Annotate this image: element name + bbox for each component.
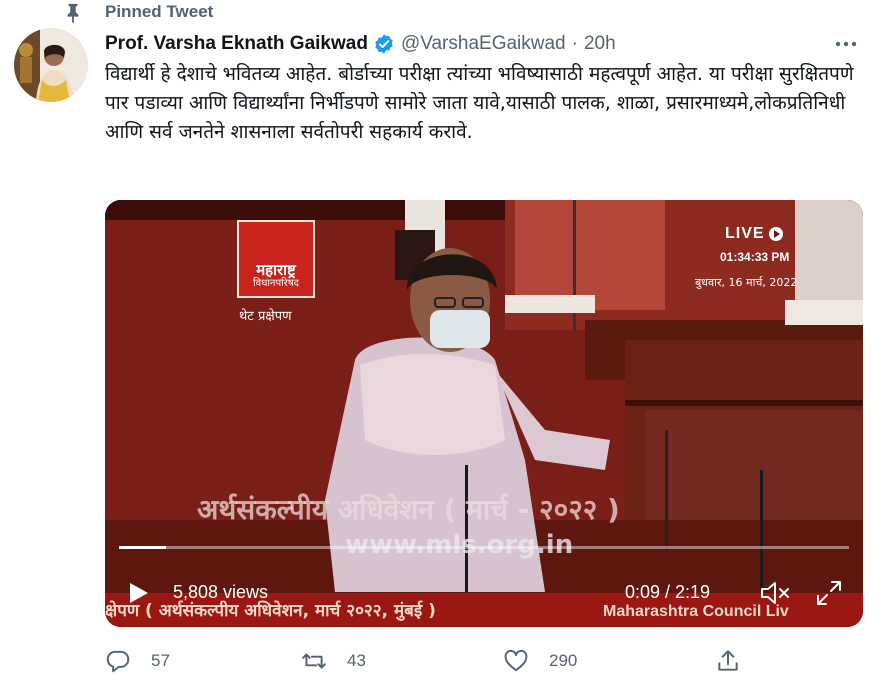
display-name[interactable]: Prof. Varsha Eknath Gaikwad xyxy=(105,33,368,55)
reply-button[interactable]: 57 xyxy=(105,646,170,676)
channel-logo: महाराष्ट्र विधानपरिषद xyxy=(237,220,315,298)
video-duration: 0:09 / 2:19 xyxy=(625,582,711,602)
share-button[interactable] xyxy=(715,646,741,676)
tweet-header: Prof. Varsha Eknath Gaikwad @VarshaEGaik… xyxy=(105,30,868,58)
tweet-time[interactable]: 20h xyxy=(584,33,616,55)
video-progress-bar[interactable] xyxy=(119,546,849,549)
avatar[interactable] xyxy=(14,28,88,102)
logo-title: महाराष्ट्र xyxy=(256,261,296,279)
like-button[interactable]: 290 xyxy=(503,646,577,676)
video-controls: 5,808 views 0:09 / 2:19 xyxy=(105,574,863,610)
reply-count: 57 xyxy=(151,651,170,670)
logo-subtitle: विधानपरिषद xyxy=(253,278,299,289)
session-watermark: अर्थसंकल्पीय अधिवेशन ( मार्च - २०२२ ) xyxy=(197,493,620,526)
play-icon[interactable] xyxy=(125,580,151,606)
live-badge: LIVE xyxy=(725,225,783,243)
pin-icon xyxy=(67,3,79,24)
handle[interactable]: @VarshaEGaikwad xyxy=(401,33,566,55)
like-icon xyxy=(504,649,528,672)
retweet-icon xyxy=(302,653,326,669)
video-frame xyxy=(105,200,863,627)
more-icon[interactable] xyxy=(834,36,858,52)
share-icon xyxy=(718,650,738,671)
live-dot-icon xyxy=(768,227,783,241)
url-watermark: www.mls.org.in xyxy=(345,530,574,560)
reply-icon xyxy=(106,650,130,673)
live-time: 01:34:33 PM xyxy=(720,250,790,264)
live-date: बुधवार, 16 मार्च, 2022 xyxy=(695,276,798,289)
fullscreen-icon[interactable] xyxy=(815,579,843,607)
avatar-image xyxy=(14,28,88,102)
video-player[interactable]: महाराष्ट्र विधानपरिषद थेट प्रक्षेपण LIVE… xyxy=(105,200,863,627)
pinned-label: Pinned Tweet xyxy=(105,2,214,21)
view-count: 5,808 views xyxy=(173,582,269,602)
live-label: LIVE xyxy=(725,225,765,242)
like-count: 290 xyxy=(549,651,578,670)
separator-dot: · xyxy=(571,33,578,54)
video-progress-fill xyxy=(119,546,167,549)
retweet-count: 43 xyxy=(347,651,366,670)
retweet-button[interactable]: 43 xyxy=(301,646,366,676)
tweet-actions: 57 43 290 xyxy=(105,646,745,676)
mute-icon[interactable] xyxy=(759,580,791,606)
tweet-text: विद्यार्थी हे देशाचे भवितव्य आहेत. बोर्ड… xyxy=(105,63,854,143)
verified-icon xyxy=(375,34,393,54)
logo-caption: थेट प्रक्षेपण xyxy=(239,309,292,324)
